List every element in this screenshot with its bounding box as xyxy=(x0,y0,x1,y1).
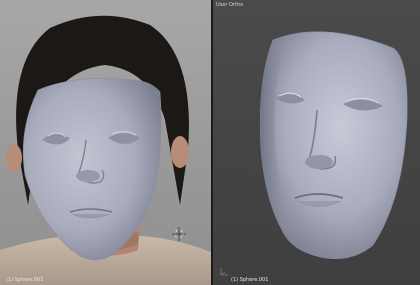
object-label-left: (1) Sphere.001 xyxy=(6,277,44,283)
object-label-right: (1) Sphere.001 xyxy=(231,277,269,283)
viewport-left[interactable]: (1) Sphere.001 xyxy=(0,0,211,285)
reference-photo xyxy=(0,0,211,285)
axis-gizmo-icon xyxy=(220,268,228,276)
viewport-right[interactable]: User Ortho (1) Sphere.001 xyxy=(213,0,420,285)
view-header-label: User Ortho xyxy=(216,2,244,8)
mesh-render xyxy=(220,31,408,276)
